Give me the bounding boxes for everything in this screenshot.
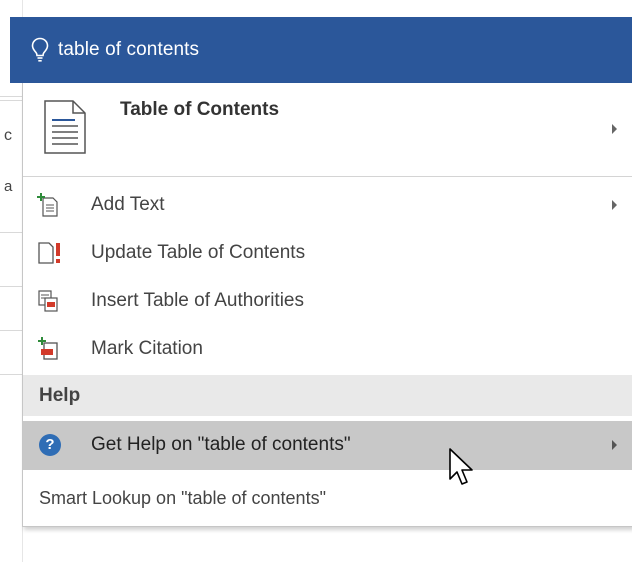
search-results-dropdown: Table of Contents Add Text Update Table [22, 83, 632, 527]
submenu-arrow-icon [612, 440, 617, 450]
submenu-arrow-icon [612, 200, 617, 210]
menu-item-insert-table-of-authorities[interactable]: Insert Table of Authorities [23, 277, 632, 325]
document-text-fragment: a [4, 178, 13, 195]
menu-item-update-table-of-contents[interactable]: Update Table of Contents [23, 229, 632, 277]
document-text-fragment: c [4, 127, 12, 144]
menu-item-mark-citation[interactable]: Mark Citation [23, 325, 632, 373]
add-text-icon [37, 193, 59, 217]
result-label: Table of Contents [120, 99, 280, 120]
document-icon [43, 100, 87, 154]
mouse-cursor-icon [448, 447, 478, 491]
section-heading: Help [39, 385, 81, 406]
document-background: c a [0, 0, 23, 562]
menu-item-label: Insert Table of Authorities [91, 290, 304, 311]
menu-item-label: Get Help on "table of contents" [91, 434, 351, 455]
insert-toa-icon [37, 289, 59, 313]
submenu-arrow-icon [612, 124, 617, 134]
search-query-text[interactable]: table of contents [58, 39, 199, 61]
tell-me-search-bar[interactable]: table of contents [10, 17, 632, 83]
menu-item-smart-lookup[interactable]: Smart Lookup on "table of contents" [23, 475, 632, 523]
menu-item-add-text[interactable]: Add Text [23, 181, 632, 229]
menu-item-get-help[interactable]: ? Get Help on "table of contents" [23, 421, 632, 470]
lightbulb-icon [31, 37, 49, 63]
result-table-of-contents[interactable]: Table of Contents [23, 83, 632, 177]
menu-item-label: Mark Citation [91, 338, 203, 359]
menu-item-label: Add Text [91, 194, 165, 215]
help-section-header: Help [23, 375, 632, 416]
menu-item-label: Update Table of Contents [91, 242, 306, 263]
help-question-icon: ? [39, 434, 61, 456]
menu-item-label: Smart Lookup on "table of contents" [39, 488, 326, 508]
update-toc-icon [37, 241, 60, 265]
mark-citation-icon [37, 337, 59, 361]
